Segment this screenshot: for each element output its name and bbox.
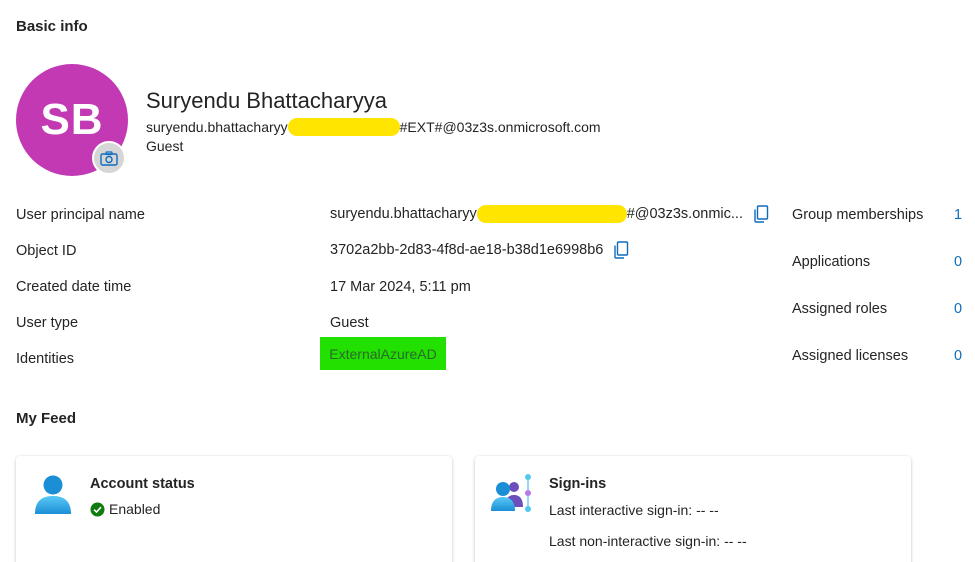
copy-icon[interactable] <box>753 205 769 223</box>
account-status-title: Account status <box>90 476 195 492</box>
redaction-mark <box>287 118 400 136</box>
label-identities: Identities <box>16 351 75 367</box>
my-feed-title: My Feed <box>16 410 77 427</box>
email-suffix: #EXT#@03z3s.onmicrosoft.com <box>399 119 601 135</box>
last-interactive-sign-in: Last interactive sign-in: -- -- <box>549 502 719 518</box>
stat-link-applications[interactable]: 0 <box>954 254 962 270</box>
user-overview-page: Basic info SB Suryendu Bhattacharyya sur… <box>0 0 975 562</box>
account-status-value: Enabled <box>90 501 160 517</box>
user-email: suryendu.bhattacharyy #EXT#@03z3s.onmicr… <box>146 118 601 136</box>
stat-label-applications: Applications <box>792 254 871 270</box>
object-id-text: 3702a2bb-2d83-4f8d-ae18-b38d1e6998b6 <box>330 242 604 258</box>
account-status-text: Enabled <box>109 501 161 517</box>
stat-link-assigned-licenses[interactable]: 0 <box>954 348 962 364</box>
label-object-id: Object ID <box>16 243 77 259</box>
email-prefix: suryendu.bhattacharyy <box>146 119 288 135</box>
value-user-type: Guest <box>330 315 369 331</box>
sign-in-users-icon <box>490 473 536 520</box>
basic-info-title: Basic info <box>16 18 88 35</box>
value-created-date-time: 17 Mar 2024, 5:11 pm <box>330 279 471 295</box>
value-identities: ExternalAzureAD <box>320 337 446 370</box>
copy-icon[interactable] <box>613 241 629 259</box>
label-user-type: User type <box>16 315 79 331</box>
user-type-subtitle: Guest <box>146 138 184 154</box>
user-icon <box>33 474 73 521</box>
stat-label-assigned-roles: Assigned roles <box>792 301 888 317</box>
account-status-card: Account status Enabled <box>16 456 452 562</box>
display-name: Suryendu Bhattacharyya <box>146 88 387 113</box>
value-object-id: 3702a2bb-2d83-4f8d-ae18-b38d1e6998b6 <box>330 241 629 259</box>
label-user-principal-name: User principal name <box>16 207 145 223</box>
stat-label-group-memberships: Group memberships <box>792 207 924 223</box>
stat-link-assigned-roles[interactable]: 0 <box>954 301 962 317</box>
stat-link-group-memberships[interactable]: 1 <box>954 207 962 223</box>
upn-prefix: suryendu.bhattacharyy <box>330 206 477 222</box>
check-circle-icon <box>90 502 105 517</box>
last-non-interactive-sign-in: Last non-interactive sign-in: -- -- <box>549 533 747 549</box>
camera-icon[interactable] <box>92 141 126 175</box>
redaction-mark <box>476 205 627 223</box>
upn-suffix: #@03z3s.onmic... <box>626 206 743 222</box>
stat-label-assigned-licenses: Assigned licenses <box>792 348 909 364</box>
sign-ins-title: Sign-ins <box>549 476 607 492</box>
sign-ins-card: Sign-ins Last interactive sign-in: -- --… <box>475 456 911 562</box>
label-created-date-time: Created date time <box>16 279 132 295</box>
value-user-principal-name: suryendu.bhattacharyy #@03z3s.onmic... <box>330 205 769 223</box>
